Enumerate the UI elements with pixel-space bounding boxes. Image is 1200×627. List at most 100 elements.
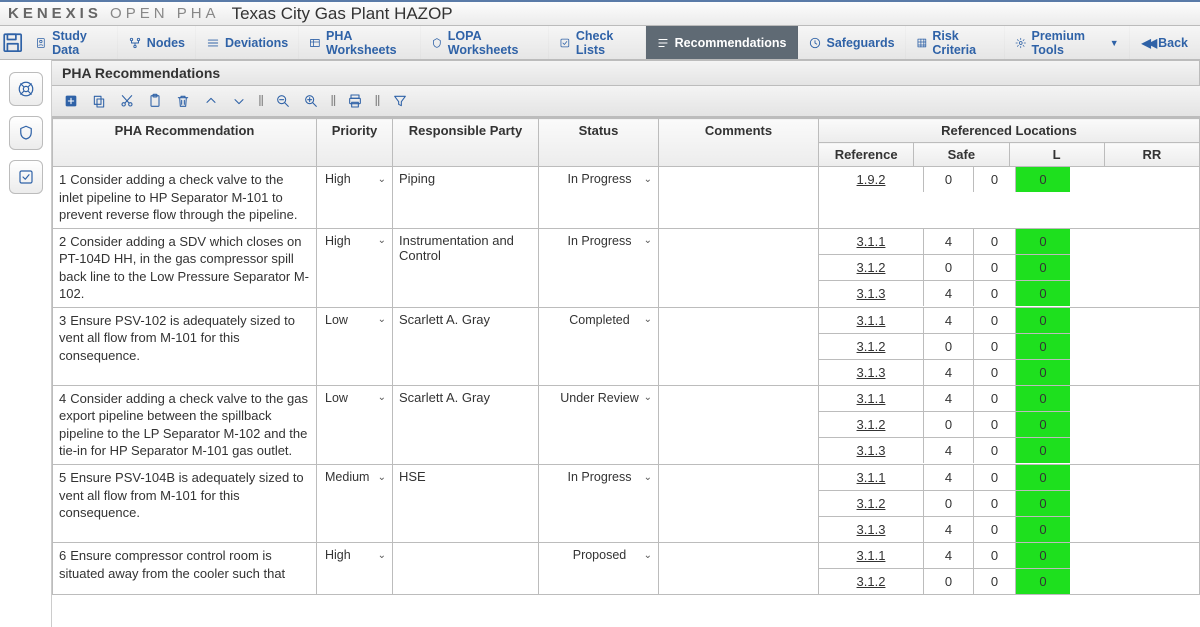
col-party[interactable]: Responsible Party — [393, 119, 539, 167]
cell-responsible-party[interactable]: Scarlett A. Gray — [393, 385, 539, 464]
reference-link[interactable]: 3.1.2 — [819, 412, 924, 438]
priority-select[interactable]: High⌄ — [319, 169, 390, 189]
priority-select[interactable]: Low⌄ — [319, 310, 390, 330]
nav-check-lists[interactable]: Check Lists — [549, 26, 646, 59]
status-select[interactable]: In Progress⌄ — [541, 169, 656, 189]
cell-status[interactable]: In Progress⌄ — [539, 228, 659, 307]
cell-status[interactable]: In Progress⌄ — [539, 167, 659, 229]
cell-comments[interactable] — [659, 465, 819, 543]
reference-link[interactable]: 3.1.1 — [819, 386, 924, 412]
cell-comments[interactable] — [659, 228, 819, 307]
move-down-button[interactable] — [228, 90, 250, 112]
cell-status[interactable]: Completed⌄ — [539, 307, 659, 385]
delete-button[interactable] — [172, 90, 194, 112]
sidebar-check-button[interactable] — [9, 160, 43, 194]
sidebar-shield-button[interactable] — [9, 116, 43, 150]
copy-button[interactable] — [88, 90, 110, 112]
cell-recommendation[interactable]: 4Consider adding a check valve to the ga… — [53, 385, 317, 464]
cell-status[interactable]: Proposed⌄ — [539, 543, 659, 595]
nav-risk-criteria[interactable]: Risk Criteria — [906, 26, 1005, 59]
filter-button[interactable] — [389, 90, 411, 112]
table-row[interactable]: 1Consider adding a check valve to the in… — [53, 167, 1200, 229]
status-select[interactable]: Under Review⌄ — [541, 388, 656, 408]
priority-select[interactable]: High⌄ — [319, 545, 390, 565]
priority-select[interactable]: Medium⌄ — [319, 467, 390, 487]
priority-select[interactable]: High⌄ — [319, 231, 390, 251]
cell-status[interactable]: In Progress⌄ — [539, 465, 659, 543]
reference-link[interactable]: 3.1.3 — [819, 517, 924, 542]
table-row[interactable]: 2Consider adding a SDV which closes on P… — [53, 228, 1200, 307]
nav-lopa-worksheets[interactable]: LOPA Worksheets — [421, 26, 549, 59]
nav-back[interactable]: ◀◀ Back — [1130, 26, 1200, 59]
reference-link[interactable]: 3.1.2 — [819, 491, 924, 517]
status-select[interactable]: Completed⌄ — [541, 310, 656, 330]
reference-link[interactable]: 3.1.3 — [819, 438, 924, 463]
table-row[interactable]: 4Consider adding a check valve to the ga… — [53, 385, 1200, 464]
move-up-button[interactable] — [200, 90, 222, 112]
nav-recommendations[interactable]: Recommendations — [646, 26, 798, 59]
add-button[interactable] — [60, 90, 82, 112]
cell-priority[interactable]: High⌄ — [317, 167, 393, 229]
cell-status[interactable]: Under Review⌄ — [539, 385, 659, 464]
col-comments[interactable]: Comments — [659, 119, 819, 167]
reference-link[interactable]: 3.1.1 — [819, 308, 924, 334]
cell-comments[interactable] — [659, 543, 819, 595]
col-safe[interactable]: Safe — [914, 143, 1009, 167]
table-row[interactable]: 3Ensure PSV-102 is adequately sized to v… — [53, 307, 1200, 385]
zoom-out-button[interactable] — [272, 90, 294, 112]
cell-recommendation[interactable]: 5Ensure PSV-104B is adequately sized to … — [53, 465, 317, 543]
col-recommendation[interactable]: PHA Recommendation — [53, 119, 317, 167]
paste-button[interactable] — [144, 90, 166, 112]
reference-link[interactable]: 3.1.1 — [819, 465, 924, 491]
reference-link[interactable]: 3.1.3 — [819, 360, 924, 385]
cell-responsible-party[interactable]: Instrumentation and Control — [393, 228, 539, 307]
cell-recommendation[interactable]: 3Ensure PSV-102 is adequately sized to v… — [53, 307, 317, 385]
reference-link[interactable]: 3.1.1 — [819, 229, 924, 255]
nav-deviations[interactable]: Deviations — [196, 26, 299, 59]
cell-comments[interactable] — [659, 307, 819, 385]
col-status[interactable]: Status — [539, 119, 659, 167]
status-select[interactable]: In Progress⌄ — [541, 467, 656, 487]
cell-comments[interactable] — [659, 385, 819, 464]
reference-link[interactable]: 3.1.2 — [819, 255, 924, 281]
save-icon[interactable] — [0, 26, 25, 59]
reference-link[interactable]: 3.1.2 — [819, 334, 924, 360]
nav-study-data[interactable]: Study Data — [25, 26, 117, 59]
cell-priority[interactable]: Low⌄ — [317, 385, 393, 464]
cell-responsible-party[interactable]: Piping — [393, 167, 539, 229]
print-button[interactable] — [344, 90, 366, 112]
nav-premium-tools[interactable]: Premium Tools ▼ — [1005, 26, 1130, 59]
cell-priority[interactable]: Medium⌄ — [317, 465, 393, 543]
zoom-in-button[interactable] — [300, 90, 322, 112]
cell-recommendation[interactable]: 1Consider adding a check valve to the in… — [53, 167, 317, 229]
cell-priority[interactable]: High⌄ — [317, 543, 393, 595]
col-l[interactable]: L — [1009, 143, 1104, 167]
reference-link[interactable]: 3.1.1 — [819, 543, 924, 569]
col-priority[interactable]: Priority — [317, 119, 393, 167]
cell-responsible-party[interactable]: HSE — [393, 465, 539, 543]
cell-recommendation[interactable]: 6Ensure compressor control room is situa… — [53, 543, 317, 595]
reference-link[interactable]: 3.1.2 — [819, 569, 924, 594]
study-title: Texas City Gas Plant HAZOP — [232, 4, 453, 24]
nav-pha-worksheets[interactable]: PHA Worksheets — [299, 26, 421, 59]
cell-responsible-party[interactable] — [393, 543, 539, 595]
cell-priority[interactable]: High⌄ — [317, 228, 393, 307]
priority-select[interactable]: Low⌄ — [319, 388, 390, 408]
priority-value: High — [325, 548, 351, 562]
col-reference[interactable]: Reference — [819, 143, 914, 167]
nav-nodes[interactable]: Nodes — [118, 26, 196, 59]
table-row[interactable]: 5Ensure PSV-104B is adequately sized to … — [53, 465, 1200, 543]
table-row[interactable]: 6Ensure compressor control room is situa… — [53, 543, 1200, 595]
cell-priority[interactable]: Low⌄ — [317, 307, 393, 385]
status-select[interactable]: Proposed⌄ — [541, 545, 656, 565]
col-rr[interactable]: RR — [1104, 143, 1199, 167]
cell-comments[interactable] — [659, 167, 819, 229]
reference-link[interactable]: 1.9.2 — [819, 167, 924, 192]
status-select[interactable]: In Progress⌄ — [541, 231, 656, 251]
cell-responsible-party[interactable]: Scarlett A. Gray — [393, 307, 539, 385]
nav-safeguards[interactable]: Safeguards — [798, 26, 906, 59]
cut-button[interactable] — [116, 90, 138, 112]
cell-recommendation[interactable]: 2Consider adding a SDV which closes on P… — [53, 228, 317, 307]
reference-link[interactable]: 3.1.3 — [819, 281, 924, 306]
sidebar-help-button[interactable] — [9, 72, 43, 106]
